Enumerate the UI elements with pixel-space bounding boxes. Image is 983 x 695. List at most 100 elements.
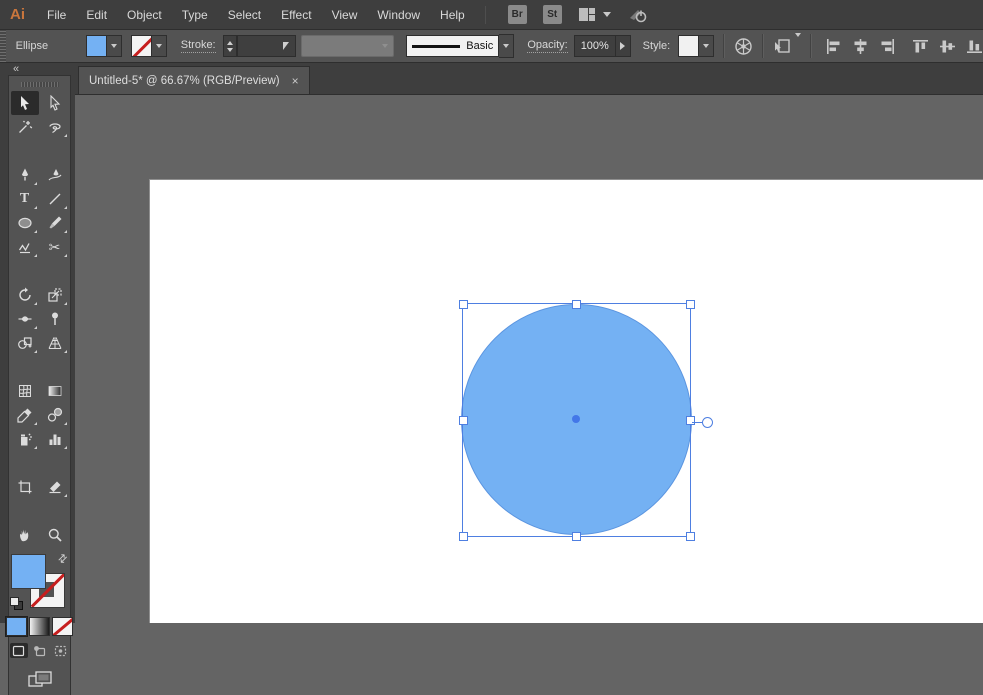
- selection-handle-bottom-center[interactable]: [572, 532, 581, 541]
- selection-handle-top-center[interactable]: [572, 300, 581, 309]
- brush-definition-dropdown[interactable]: [499, 34, 515, 58]
- magic-wand-tool[interactable]: [11, 115, 39, 139]
- zoom-tool[interactable]: [41, 523, 69, 547]
- live-shape-pie-widget[interactable]: [702, 417, 713, 428]
- fill-color-dropdown[interactable]: [106, 35, 122, 57]
- tools-panel: T ✂ ⇄: [5, 75, 73, 695]
- direct-selection-tool[interactable]: [41, 91, 69, 115]
- line-segment-tool[interactable]: [41, 187, 69, 211]
- bridge-button[interactable]: Br: [507, 5, 527, 24]
- style-label: Style:: [642, 40, 671, 52]
- tab-close-icon[interactable]: ×: [292, 75, 299, 87]
- type-tool[interactable]: T: [11, 187, 39, 211]
- collapse-chevrons-icon: «: [13, 63, 21, 75]
- puppet-warp-tool[interactable]: [41, 307, 69, 331]
- scissors-tool[interactable]: ✂: [41, 235, 69, 259]
- align-top-icon[interactable]: [912, 38, 929, 55]
- stroke-color-swatch[interactable]: [130, 35, 152, 57]
- selection-handle-bottom-left[interactable]: [459, 532, 468, 541]
- shaper-tool[interactable]: [11, 235, 39, 259]
- perspective-grid-tool[interactable]: [41, 331, 69, 355]
- align-horizontal-center-icon[interactable]: [852, 38, 869, 55]
- stock-button[interactable]: St: [542, 5, 562, 24]
- workspace-chevron-icon[interactable]: [602, 12, 611, 17]
- opacity-field[interactable]: 100%: [573, 35, 631, 57]
- selection-handle-top-right[interactable]: [686, 300, 695, 309]
- menu-select[interactable]: Select: [218, 8, 271, 22]
- draw-normal-button[interactable]: [9, 643, 28, 658]
- rotate-tool[interactable]: [11, 283, 39, 307]
- column-graph-tool[interactable]: [41, 427, 69, 451]
- live-shape-widget-line: [692, 422, 702, 423]
- lasso-tool[interactable]: [41, 115, 69, 139]
- none-button[interactable]: [52, 617, 73, 636]
- fill-proxy-swatch[interactable]: [10, 554, 46, 589]
- change-screen-mode-icon[interactable]: [27, 670, 53, 695]
- recolor-artwork-icon[interactable]: [734, 37, 753, 56]
- draw-behind-button[interactable]: [31, 643, 49, 658]
- ellipse-tool[interactable]: [11, 211, 39, 235]
- align-right-icon[interactable]: [879, 38, 896, 55]
- select-similar-chevron-icon[interactable]: [795, 33, 802, 55]
- canvas[interactable]: [75, 95, 983, 623]
- menu-edit[interactable]: Edit: [76, 8, 117, 22]
- mesh-tool[interactable]: [11, 379, 39, 403]
- hand-tool[interactable]: [11, 523, 39, 547]
- selection-handle-bottom-right[interactable]: [686, 532, 695, 541]
- selection-handle-top-left[interactable]: [459, 300, 468, 309]
- pen-tool[interactable]: [11, 163, 39, 187]
- workspace-switcher-icon[interactable]: [578, 7, 596, 22]
- control-bar-separator: [723, 34, 726, 58]
- align-bottom-icon[interactable]: [966, 38, 983, 55]
- select-similar-objects-icon[interactable]: [773, 37, 793, 56]
- stroke-weight-label[interactable]: Stroke:: [180, 39, 216, 53]
- slice-tool[interactable]: [41, 475, 69, 499]
- gradient-button[interactable]: [29, 617, 50, 636]
- document-tab-bar: Untitled-5* @ 66.67% (RGB/Preview) ×: [75, 63, 983, 95]
- selection-tool[interactable]: [10, 91, 39, 115]
- brush-stroke-preview: [412, 44, 461, 48]
- default-fill-stroke-icon[interactable]: [9, 597, 23, 610]
- menu-window[interactable]: Window: [367, 8, 430, 22]
- stroke-color-dropdown[interactable]: [151, 35, 167, 57]
- menu-file[interactable]: File: [37, 8, 76, 22]
- document-tab[interactable]: Untitled-5* @ 66.67% (RGB/Preview) ×: [78, 66, 310, 94]
- blend-tool[interactable]: [41, 403, 69, 427]
- selection-handle-middle-left[interactable]: [459, 416, 468, 425]
- menu-bar: Ai File Edit Object Type Select Effect V…: [0, 0, 983, 30]
- menu-view[interactable]: View: [322, 8, 368, 22]
- menu-help[interactable]: Help: [430, 8, 475, 22]
- menu-type[interactable]: Type: [172, 8, 218, 22]
- scale-tool[interactable]: [41, 283, 69, 307]
- toolbar-collapse-button[interactable]: «: [0, 63, 75, 75]
- align-left-icon[interactable]: [825, 38, 842, 55]
- gpu-performance-icon[interactable]: [627, 6, 649, 24]
- curvature-tool[interactable]: [41, 163, 69, 187]
- brush-definition-field[interactable]: Basic: [406, 35, 500, 57]
- color-button[interactable]: [5, 616, 28, 637]
- style-swatch[interactable]: [678, 35, 700, 57]
- opacity-slider-arrow[interactable]: [614, 36, 630, 56]
- gradient-tool[interactable]: [41, 379, 69, 403]
- artboard-tool[interactable]: [11, 475, 39, 499]
- fill-color-swatch[interactable]: [85, 35, 107, 57]
- menu-object[interactable]: Object: [117, 8, 172, 22]
- paintbrush-tool[interactable]: [41, 211, 69, 235]
- align-vertical-center-icon[interactable]: [939, 38, 956, 55]
- control-bar-separator: [810, 34, 812, 58]
- eyedropper-tool[interactable]: [11, 403, 39, 427]
- shape-builder-tool[interactable]: [11, 331, 39, 355]
- symbol-sprayer-tool[interactable]: [11, 427, 39, 451]
- menu-effect[interactable]: Effect: [271, 8, 321, 22]
- width-tool[interactable]: [11, 307, 39, 331]
- stroke-weight-stepper[interactable]: [222, 35, 237, 57]
- shape-center-point[interactable]: [572, 415, 580, 423]
- style-dropdown[interactable]: [699, 35, 715, 57]
- opacity-label[interactable]: Opacity:: [527, 39, 568, 53]
- control-bar-grip[interactable]: [0, 30, 6, 62]
- tools-panel-grip[interactable]: [20, 82, 59, 87]
- stroke-weight-field[interactable]: [236, 35, 296, 57]
- selection-handle-middle-right[interactable]: [686, 416, 695, 425]
- draw-inside-button[interactable]: [52, 643, 70, 658]
- swap-fill-stroke-icon[interactable]: ⇄: [55, 551, 71, 566]
